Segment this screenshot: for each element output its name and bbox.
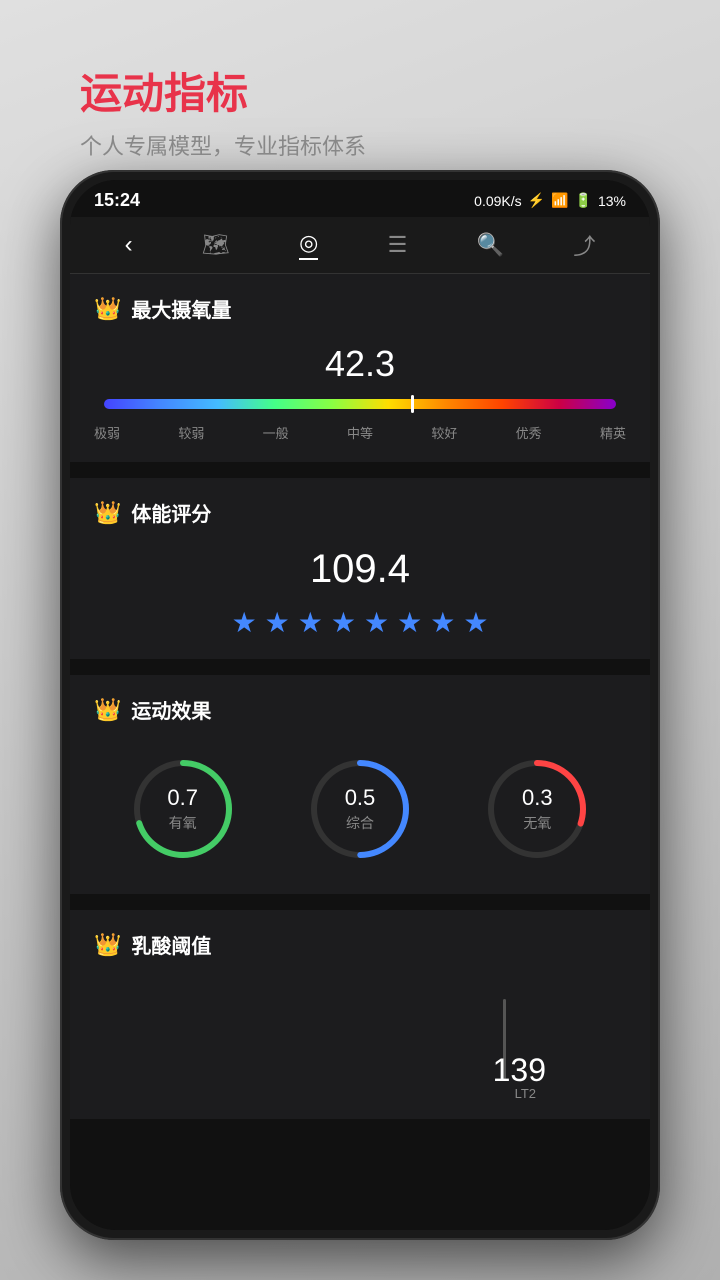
aerobic-item: 0.7 有氧	[128, 754, 238, 864]
lactic-label: LT2	[515, 1086, 536, 1101]
crown-icon-4: 👑	[94, 932, 121, 958]
anaerobic-value: 0.3	[522, 785, 553, 811]
anaerobic-label: 无氧	[522, 813, 553, 833]
lactic-header: 👑 乳酸阈值	[94, 930, 626, 959]
anaerobic-item: 0.3 无氧	[482, 754, 592, 864]
star-2: ★	[265, 606, 290, 639]
star-8: ★	[463, 606, 488, 639]
aerobic-text: 0.7 有氧	[167, 785, 198, 833]
combined-text: 0.5 综合	[345, 785, 376, 833]
wifi-icon: 📶	[551, 192, 568, 209]
network-speed: 0.09K/s	[474, 193, 521, 209]
battery-icon: 🔋	[575, 192, 592, 209]
page-title: 运动指标	[80, 60, 366, 121]
divider-3	[70, 902, 650, 910]
anaerobic-text: 0.3 无氧	[522, 785, 553, 833]
rainbow-bar-container	[104, 399, 616, 409]
status-bar: 15:24 0.09K/s ⚡ 📶 🔋 13%	[70, 180, 650, 217]
status-right: 0.09K/s ⚡ 📶 🔋 13%	[474, 192, 626, 209]
combined-label: 综合	[345, 813, 376, 833]
phone-button-right2	[658, 450, 660, 530]
fitness-title: 体能评分	[131, 498, 211, 527]
divider-1	[70, 470, 650, 478]
nav-bar: ‹ 🗺 ◎ ☰ 🔍 ⤴	[70, 217, 650, 274]
star-4: ★	[331, 606, 356, 639]
bluetooth-icon: ⚡	[528, 192, 545, 209]
aerobic-value: 0.7	[167, 785, 198, 811]
rainbow-labels: 极弱 较弱 一般 中等 较好 优秀 精英	[94, 423, 626, 442]
aerobic-label: 有氧	[167, 813, 198, 833]
vo2max-value: 42.3	[94, 343, 626, 385]
crown-icon-2: 👑	[94, 500, 121, 526]
label-medium: 中等	[347, 423, 373, 442]
label-weak: 较弱	[178, 423, 204, 442]
vo2max-header: 👑 最大摄氧量	[94, 294, 626, 323]
fitness-value: 109.4	[94, 547, 626, 592]
fitness-header: 👑 体能评分	[94, 498, 626, 527]
phone-shell: 15:24 0.09K/s ⚡ 📶 🔋 13% ‹ 🗺 ◎ ☰ 🔍 ⤴ 👑	[60, 170, 660, 1240]
share-icon[interactable]: ⤴	[573, 229, 595, 261]
crown-icon-1: 👑	[94, 296, 121, 322]
vo2max-title: 最大摄氧量	[131, 294, 231, 323]
lactic-section: 👑 乳酸阈值 139 LT2	[70, 910, 650, 1119]
lactic-value: 139	[493, 1052, 546, 1089]
phone-screen: 15:24 0.09K/s ⚡ 📶 🔋 13% ‹ 🗺 ◎ ☰ 🔍 ⤴ 👑	[70, 180, 650, 1230]
phone-button-right1	[658, 370, 660, 430]
combined-circle: 0.5 综合	[305, 754, 415, 864]
back-button[interactable]: ‹	[125, 231, 133, 259]
star-1: ★	[232, 606, 257, 639]
combined-value: 0.5	[345, 785, 376, 811]
divider-2	[70, 667, 650, 675]
star-7: ★	[430, 606, 455, 639]
list-icon[interactable]: ☰	[388, 232, 408, 258]
combined-item: 0.5 综合	[305, 754, 415, 864]
map-icon[interactable]: 🗺	[202, 232, 230, 258]
rainbow-marker	[411, 395, 414, 413]
page-header: 运动指标 个人专属模型，专业指标体系	[80, 60, 366, 161]
label-very-weak: 极弱	[94, 423, 120, 442]
stars-row: ★ ★ ★ ★ ★ ★ ★ ★	[94, 606, 626, 639]
page-subtitle: 个人专属模型，专业指标体系	[80, 129, 366, 161]
star-6: ★	[397, 606, 422, 639]
lactic-content: 139 LT2	[94, 979, 626, 1099]
aerobic-circle: 0.7 有氧	[128, 754, 238, 864]
label-good: 较好	[431, 423, 457, 442]
vo2max-section: 👑 最大摄氧量 42.3 极弱 较弱 一般 中等 较好 优秀 精英	[70, 274, 650, 462]
crown-icon-3: 👑	[94, 697, 121, 723]
scroll-content[interactable]: 👑 最大摄氧量 42.3 极弱 较弱 一般 中等 较好 优秀 精英	[70, 274, 650, 1230]
search-icon[interactable]: 🔍	[477, 232, 504, 258]
exercise-title: 运动效果	[131, 695, 211, 724]
circle-icon[interactable]: ◎	[299, 230, 318, 260]
lactic-title: 乳酸阈值	[131, 930, 211, 959]
label-excellent: 优秀	[516, 423, 542, 442]
star-5: ★	[364, 606, 389, 639]
exercise-section: 👑 运动效果 0.7 有氧	[70, 675, 650, 894]
label-elite: 精英	[600, 423, 626, 442]
exercise-header: 👑 运动效果	[94, 695, 626, 724]
label-normal: 一般	[263, 423, 289, 442]
fitness-section: 👑 体能评分 109.4 ★ ★ ★ ★ ★ ★ ★ ★	[70, 478, 650, 659]
effect-circles: 0.7 有氧 0.5	[94, 744, 626, 874]
rainbow-bar	[104, 399, 616, 409]
star-3: ★	[298, 606, 323, 639]
battery-percent: 13%	[598, 193, 626, 209]
status-time: 15:24	[94, 190, 140, 211]
anaerobic-circle: 0.3 无氧	[482, 754, 592, 864]
